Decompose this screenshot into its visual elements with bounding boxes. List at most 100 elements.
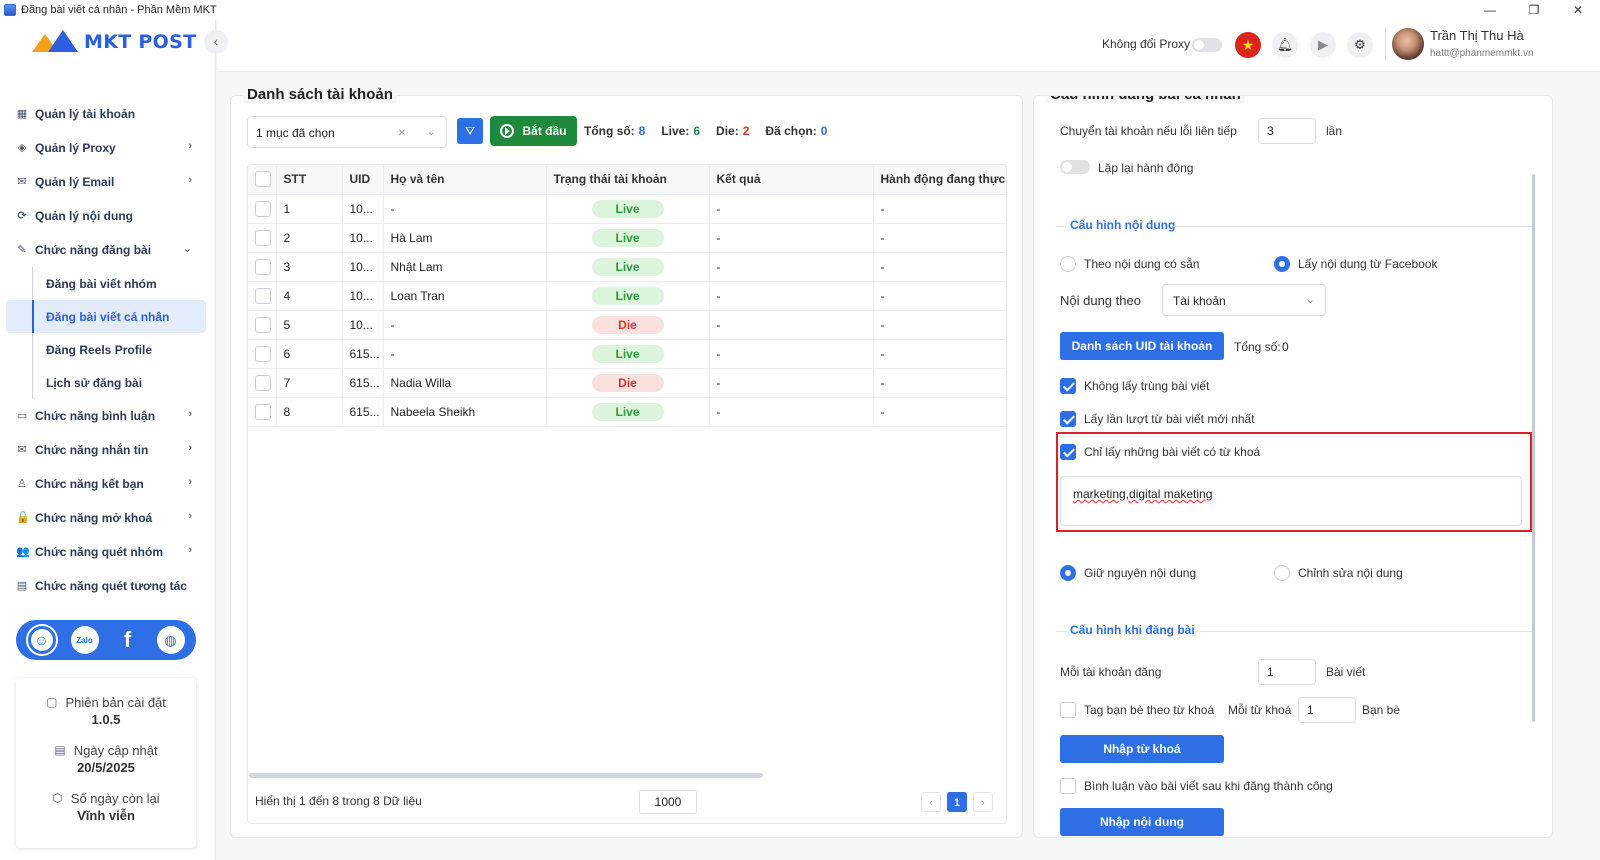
sidebar-item-email[interactable]: ✉ Quản lý Email ›	[0, 165, 216, 199]
version-info-card: ▢ Phiên bản cài đặt 1.0.5 ▤ Ngày cập nhật …	[16, 678, 196, 848]
table-row[interactable]: 7 615... Nadia Willa Die - -	[248, 368, 1006, 398]
calendar-icon: ▤	[54, 743, 66, 757]
cell-action: -	[873, 252, 1006, 282]
sidebar-item-friend[interactable]: ♙ Chức năng kết bạn ›	[0, 467, 216, 501]
cell-uid: 615...	[342, 397, 384, 427]
vertical-scrollbar[interactable]	[1532, 174, 1535, 722]
per-account-input[interactable]: 1	[1258, 659, 1316, 685]
row-checkbox[interactable]	[255, 287, 271, 304]
proxy-label: Không đổi Proxy	[1102, 37, 1191, 51]
table-row[interactable]: 4 10... Loan Tran Live - -	[248, 281, 1006, 311]
start-button[interactable]: Bắt đầu	[490, 116, 577, 146]
row-checkbox[interactable]	[255, 316, 271, 333]
page-size-input[interactable]: 1000	[639, 790, 697, 814]
switch-account-label: Chuyển tài khoản nếu lỗi liên tiếp	[1060, 124, 1237, 138]
sidebar-item-posting[interactable]: ✎ Chức năng đăng bài ⌄	[0, 233, 216, 267]
horizontal-scrollbar[interactable]	[249, 773, 763, 778]
sidebar-subitem-group-post[interactable]: Đăng bài viết nhóm	[0, 267, 216, 300]
select-all-checkbox[interactable]	[255, 171, 271, 188]
column-header[interactable]: Kết quả	[709, 165, 874, 195]
zalo-icon[interactable]: Zalo	[70, 626, 99, 654]
newest-first-checkbox[interactable]	[1060, 411, 1076, 427]
filter-button[interactable]: ⛛	[457, 118, 483, 144]
uid-list-button[interactable]: Danh sách UID tài khoản	[1060, 332, 1224, 360]
sidebar-item-accounts[interactable]: ▦ Quản lý tài khoản	[0, 97, 216, 131]
column-header[interactable]: UID	[342, 165, 384, 195]
table-row[interactable]: 5 10... - Die - -	[248, 310, 1006, 340]
avatar[interactable]	[1392, 28, 1424, 60]
column-header[interactable]: Trạng thái tài khoản	[546, 165, 710, 195]
keywords-textarea[interactable]: marketing,digital maketing	[1060, 476, 1522, 526]
cell-action: -	[873, 339, 1006, 369]
message-icon: ✉	[17, 444, 27, 456]
content-section-title: Cấu hình nội dung	[1070, 218, 1176, 232]
row-checkbox[interactable]	[255, 200, 271, 217]
sidebar-item-scan-interaction[interactable]: ▤ Chức năng quét tương tác	[0, 569, 216, 603]
cell-stt: 4	[276, 281, 343, 311]
support-icon[interactable]: ☺	[27, 626, 56, 654]
chevron-right-icon: ›	[188, 510, 192, 522]
sidebar-item-unlock[interactable]: 🔓 Chức năng mở khoá ›	[0, 501, 216, 535]
sidebar-item-label: Chức năng kết bạn	[35, 477, 144, 491]
sidebar-subitem-history[interactable]: Lịch sử đăng bài	[0, 366, 216, 399]
row-checkbox[interactable]	[255, 345, 271, 362]
import-content-button[interactable]: Nhập nội dung	[1060, 808, 1224, 836]
table-row[interactable]: 2 10... Hà Lam Live - -	[248, 223, 1006, 253]
globe-icon[interactable]: ◍	[156, 626, 185, 654]
import-keyword-button[interactable]: Nhập từ khoá	[1060, 735, 1224, 763]
switch-account-input[interactable]: 3	[1258, 118, 1316, 144]
proxy-toggle[interactable]	[1192, 38, 1222, 52]
clear-icon[interactable]: ×	[398, 124, 406, 140]
close-button[interactable]: ✕	[1556, 0, 1600, 20]
cell-action: -	[873, 223, 1006, 253]
column-header[interactable]: Hành động đang thực hiện	[873, 165, 1006, 195]
sidebar-subitem-reels[interactable]: Đăng Reels Profile	[0, 333, 216, 366]
row-checkbox[interactable]	[255, 403, 271, 420]
prev-page-button[interactable]: ‹	[921, 792, 941, 812]
sidebar-item-comment[interactable]: ▭ Chức năng bình luận ›	[0, 399, 216, 433]
radio-edit-content[interactable]	[1274, 565, 1290, 581]
vietnam-flag-icon[interactable]: ★	[1235, 32, 1261, 58]
page-button[interactable]: 1	[947, 792, 967, 812]
tag-friends-checkbox[interactable]	[1060, 702, 1076, 718]
radio-facebook-content[interactable]	[1274, 256, 1290, 272]
comment-after-post-checkbox[interactable]	[1060, 778, 1076, 794]
sidebar-item-proxy[interactable]: ◈ Quản lý Proxy ›	[0, 131, 216, 165]
gear-icon[interactable]: ⚙	[1347, 32, 1373, 58]
maximize-button[interactable]: ❐	[1512, 0, 1556, 20]
table-row[interactable]: 3 10... Nhật Lam Live - -	[248, 252, 1006, 282]
row-checkbox[interactable]	[255, 229, 271, 246]
sidebar-item-content[interactable]: ⟳ Quản lý nội dung	[0, 199, 216, 233]
sidebar-item-message[interactable]: ✉ Chức năng nhắn tin ›	[0, 433, 216, 467]
row-checkbox[interactable]	[255, 374, 271, 391]
table-row[interactable]: 6 615... - Live - -	[248, 339, 1006, 369]
column-header[interactable]: Họ và tên	[383, 165, 547, 195]
no-duplicate-checkbox[interactable]	[1060, 378, 1076, 394]
cell-uid: 10...	[342, 194, 384, 224]
per-keyword-input[interactable]: 1	[1298, 697, 1356, 723]
keyword-only-checkbox[interactable]	[1060, 444, 1076, 460]
minimize-button[interactable]: —	[1468, 0, 1512, 20]
content-by-select[interactable]: Tài khoản ⌄	[1162, 284, 1326, 316]
radio-keep-content[interactable]	[1060, 565, 1076, 581]
sidebar-subitem-personal-post[interactable]: Đăng bài viết cá nhân	[6, 300, 206, 333]
cell-stt: 8	[276, 397, 343, 427]
post-config-title: Cấu hình đăng bài cá nhân	[1046, 96, 1245, 103]
column-header[interactable]: STT	[276, 165, 343, 195]
account-select[interactable]: 1 mục đã chọn × ⌄	[247, 116, 447, 148]
facebook-icon[interactable]: f	[114, 626, 142, 654]
chevron-right-icon: ›	[188, 174, 192, 186]
table-row[interactable]: 8 615... Nabeela Sheikh Live - -	[248, 397, 1006, 427]
no-duplicate-label: Không lấy trùng bài viết	[1084, 379, 1210, 393]
play-icon[interactable]: ▶	[1310, 32, 1336, 58]
table-row[interactable]: 1 10... - Live - -	[248, 194, 1006, 224]
repeat-toggle[interactable]	[1060, 160, 1090, 174]
sidebar-item-label: Chức năng đăng bài	[35, 243, 152, 257]
account-table: STT UID Họ và tên Trạng thái tài khoản K…	[247, 164, 1007, 824]
next-page-button[interactable]: ›	[973, 792, 993, 812]
row-checkbox[interactable]	[255, 258, 271, 275]
radio-existing-content[interactable]	[1060, 256, 1076, 272]
collapse-sidebar-button[interactable]: ‹	[204, 30, 228, 54]
bell-icon[interactable]: 🔔︎	[1272, 32, 1298, 58]
sidebar-item-scan-group[interactable]: 👥 Chức năng quét nhóm ›	[0, 535, 216, 569]
